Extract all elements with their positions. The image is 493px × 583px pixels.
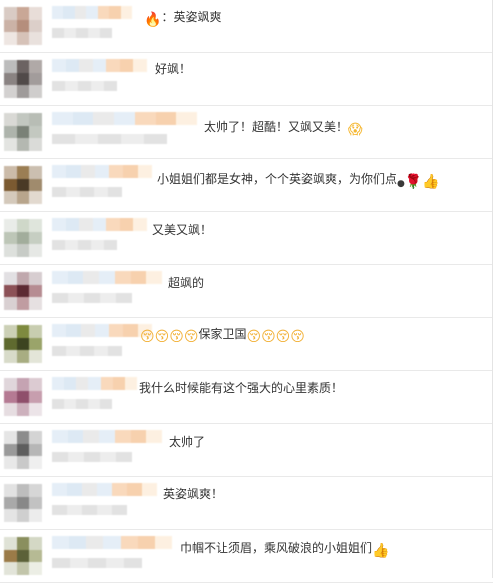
- kissing-face-icon: 😚: [275, 329, 291, 345]
- kissing-face-icon: 😚: [140, 329, 155, 345]
- avatar[interactable]: [4, 166, 42, 204]
- comment-body: 太帅了: [169, 435, 206, 449]
- username-blurred[interactable]: [52, 271, 162, 284]
- comment-text: 😚😚😚😚保家卫国😚😚😚😚: [140, 326, 305, 345]
- meta-blurred: [52, 293, 132, 303]
- comment-body: 好飒！: [155, 62, 192, 76]
- meta-blurred: [52, 187, 122, 197]
- kissing-face-icon: 😚: [154, 329, 170, 345]
- comment-body: 又美又飒！: [152, 223, 213, 237]
- comment-body: 保家卫国: [198, 327, 247, 341]
- like-dot-icon: ●: [397, 179, 405, 189]
- comment-text: 🔥：英姿飒爽: [144, 9, 221, 28]
- username-blurred[interactable]: [52, 377, 137, 390]
- kissing-face-icon: 😚: [246, 329, 262, 345]
- kissing-face-icon: 😚: [183, 329, 199, 345]
- username-blurred[interactable]: [52, 59, 147, 72]
- comment-text: 我什么时候能有这个强大的心里素质！: [139, 380, 343, 396]
- kissing-face-icon: 😚: [290, 329, 305, 345]
- username-blurred[interactable]: [52, 430, 162, 443]
- comment-body: 小姐姐们都是女神，个个英姿飒爽，为你们点: [157, 172, 398, 186]
- username-blurred[interactable]: [52, 6, 132, 19]
- username-blurred[interactable]: [52, 483, 157, 496]
- comment-body: 太帅了！超酷！又飒又美！: [204, 120, 349, 134]
- comment-text: 好飒！: [155, 61, 191, 77]
- comment-row: 🔥：英姿飒爽: [0, 0, 493, 53]
- fire-icon: 🔥: [144, 12, 162, 28]
- comment-text: 太帅了！超酷！又飒又美！😱: [204, 119, 363, 138]
- username-blurred[interactable]: [52, 536, 172, 549]
- meta-blurred: [52, 346, 122, 356]
- comment-row: 又美又飒！: [0, 212, 493, 265]
- username-blurred[interactable]: [52, 218, 147, 231]
- comment-body: ：英姿飒爽: [161, 10, 222, 24]
- comment-row: 小姐姐们都是女神，个个英姿飒爽，为你们点●🌹👍: [0, 159, 493, 212]
- comment-text: 小姐姐们都是女神，个个英姿飒爽，为你们点●🌹👍: [157, 171, 440, 192]
- avatar[interactable]: [4, 537, 42, 575]
- comment-row: 😚😚😚😚保家卫国😚😚😚😚: [0, 318, 493, 371]
- avatar[interactable]: [4, 484, 42, 522]
- avatar[interactable]: [4, 272, 42, 310]
- avatar[interactable]: [4, 378, 42, 416]
- meta-blurred: [52, 558, 142, 568]
- meta-blurred: [52, 240, 117, 250]
- meta-blurred: [52, 505, 127, 515]
- rose-icon: 🌹: [404, 174, 423, 190]
- comment-row: 英姿飒爽！: [0, 477, 493, 530]
- shocked-face-icon: 😱: [348, 122, 363, 138]
- avatar[interactable]: [4, 325, 42, 363]
- comment-row: 太帅了: [0, 424, 493, 477]
- comment-row: 我什么时候能有这个强大的心里素质！: [0, 371, 493, 424]
- username-blurred[interactable]: [52, 165, 152, 178]
- meta-blurred: [52, 452, 132, 462]
- meta-blurred: [52, 399, 112, 409]
- comment-text: 巾帼不让须眉，乘风破浪的小姐姐们👍: [180, 540, 389, 559]
- username-blurred[interactable]: [52, 112, 197, 125]
- meta-blurred: [52, 134, 167, 144]
- comment-text: 超飒的: [168, 275, 204, 291]
- comment-row: 好飒！: [0, 53, 493, 106]
- comment-row: 巾帼不让须眉，乘风破浪的小姐姐们👍: [0, 530, 493, 583]
- comment-text: 英姿飒爽！: [163, 486, 223, 502]
- comment-text: 太帅了: [169, 434, 205, 450]
- avatar[interactable]: [4, 431, 42, 469]
- avatar[interactable]: [4, 113, 42, 151]
- meta-blurred: [52, 81, 117, 91]
- kissing-face-icon: 😚: [261, 329, 276, 345]
- thumbs-up-icon: 👍: [422, 174, 440, 190]
- comment-body: 超飒的: [168, 276, 205, 290]
- avatar[interactable]: [4, 219, 42, 257]
- kissing-face-icon: 😚: [169, 329, 184, 345]
- comment-body: 英姿飒爽！: [163, 487, 224, 501]
- comment-row: 太帅了！超酷！又飒又美！😱: [0, 106, 493, 159]
- avatar[interactable]: [4, 60, 42, 98]
- comment-text: 又美又飒！: [152, 222, 212, 238]
- thumbs-up-icon: 👍: [372, 543, 390, 559]
- comment-row: 超飒的: [0, 265, 493, 318]
- username-blurred[interactable]: [52, 324, 152, 337]
- meta-blurred: [52, 28, 112, 38]
- avatar[interactable]: [4, 7, 42, 45]
- comment-body: 巾帼不让须眉，乘风破浪的小姐姐们: [180, 541, 373, 555]
- comment-body: 我什么时候能有这个强大的心里素质！: [139, 381, 344, 395]
